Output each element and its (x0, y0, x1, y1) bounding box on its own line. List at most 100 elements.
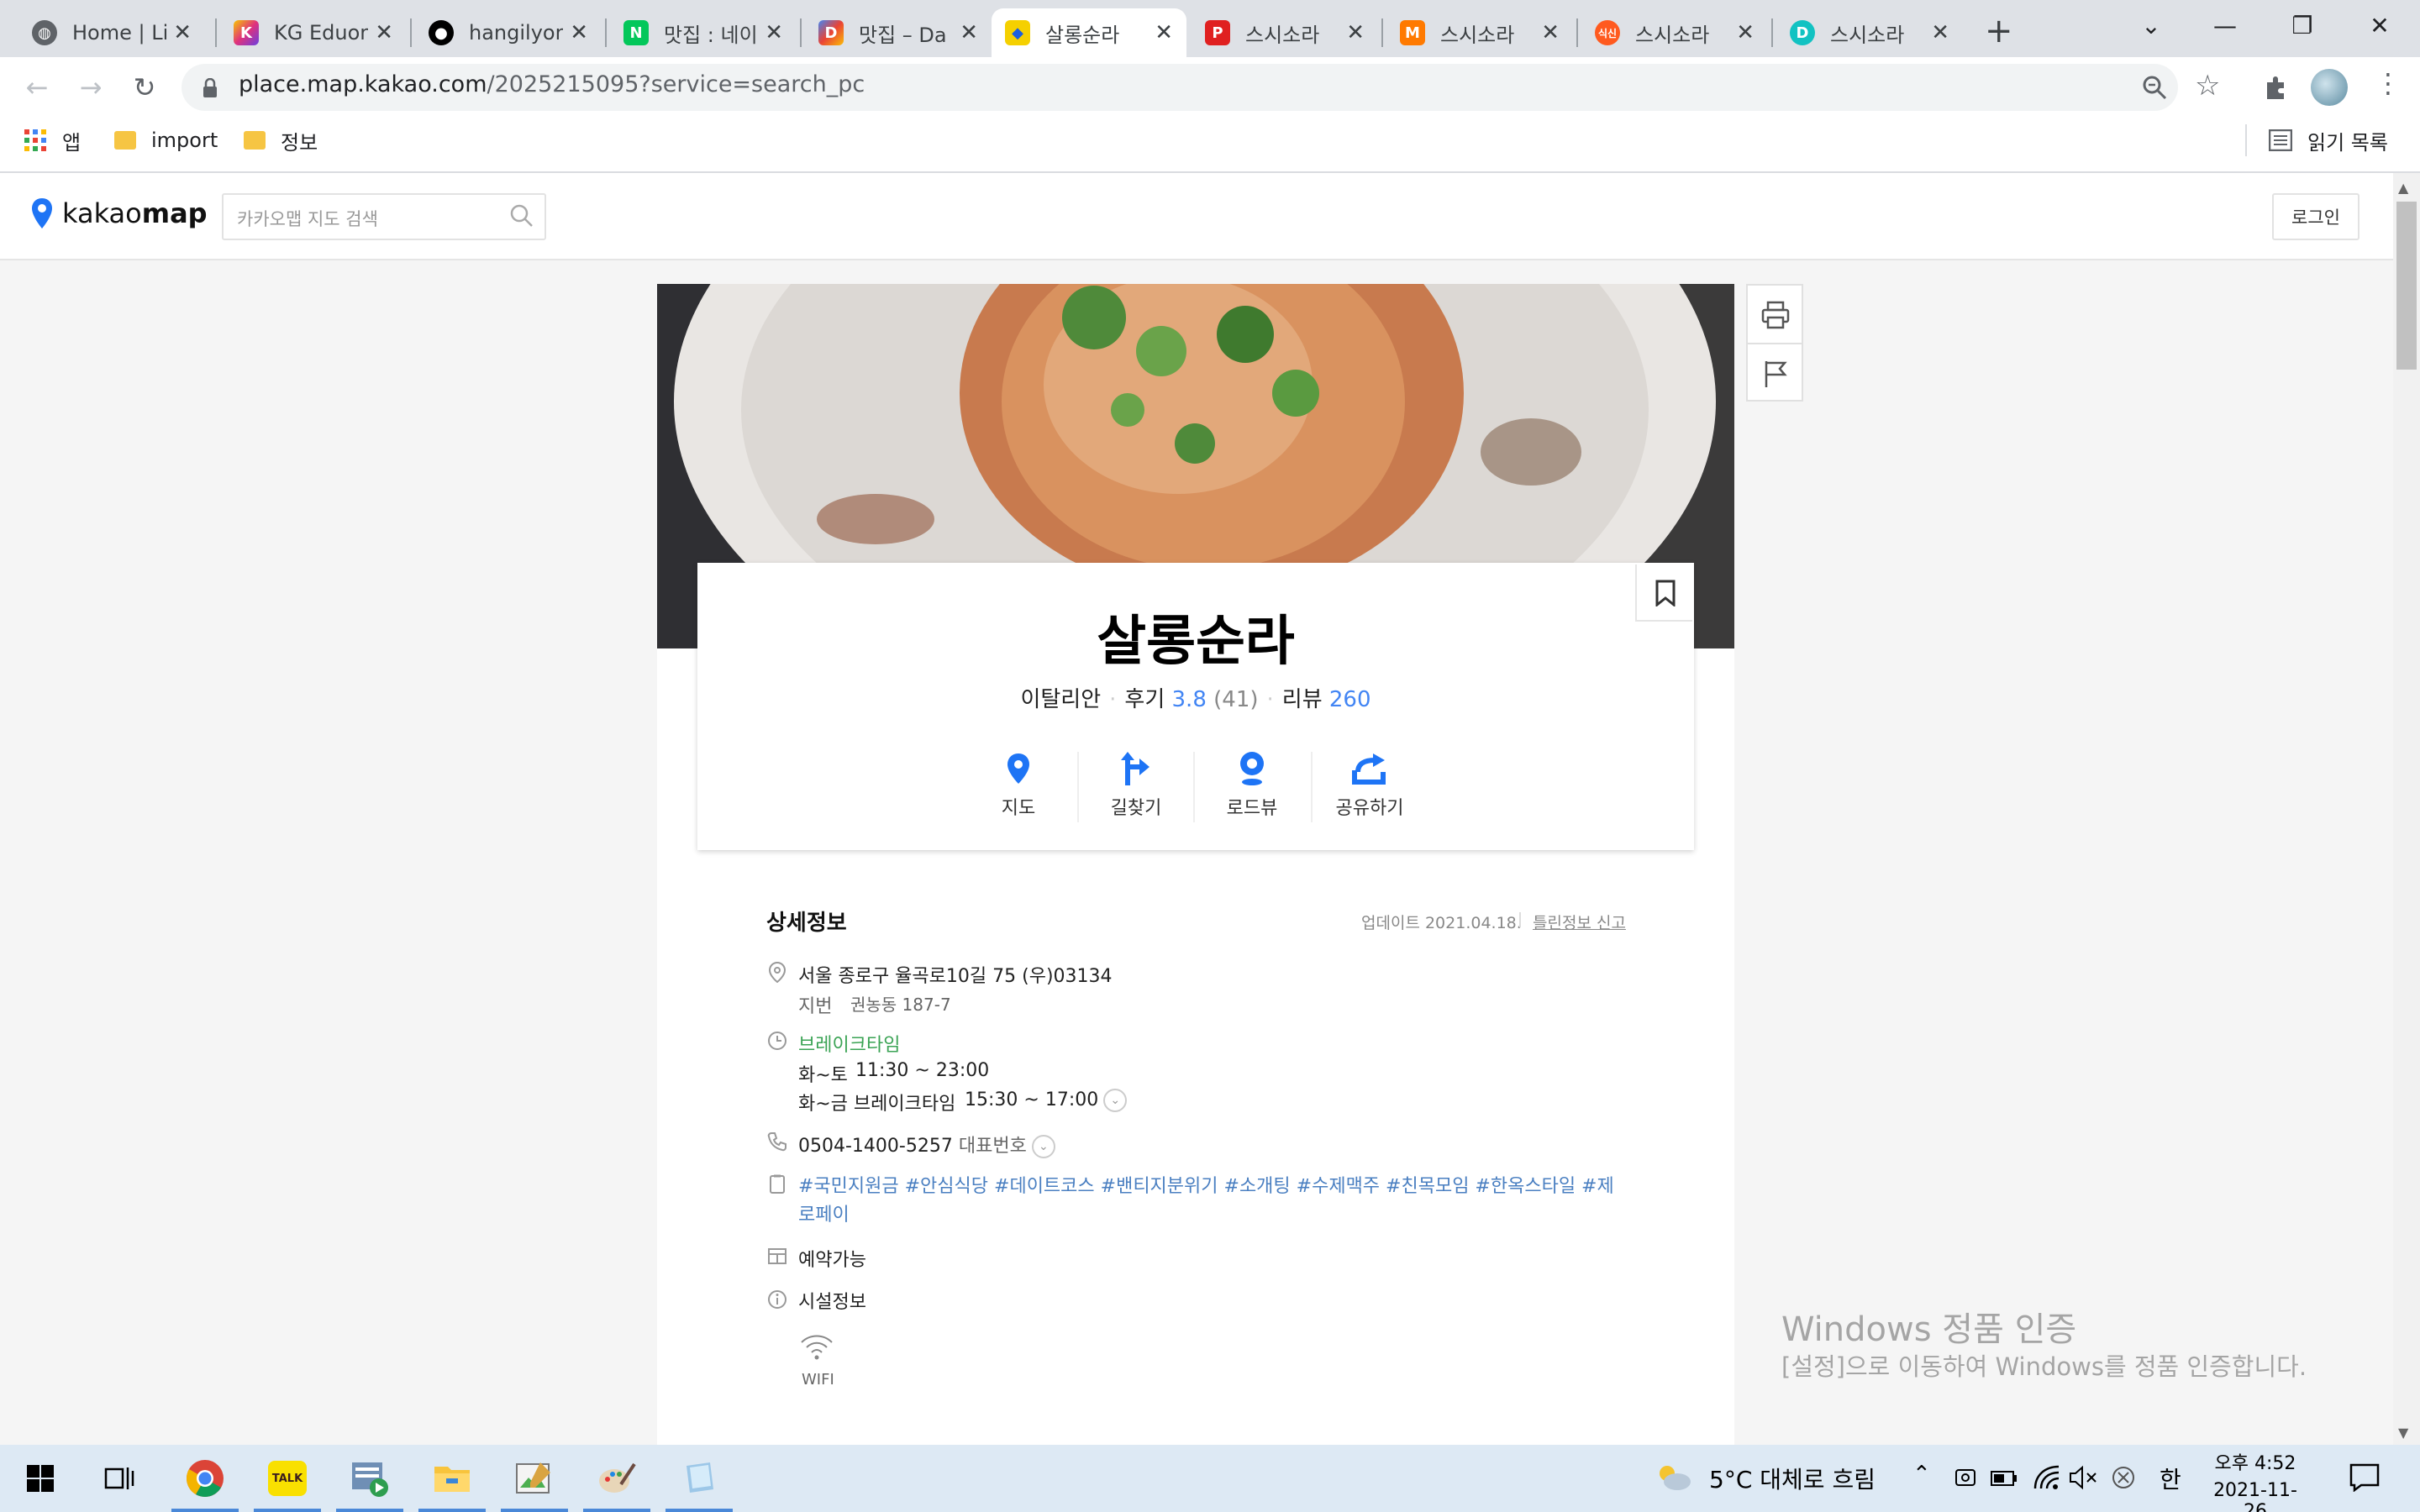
directions-button[interactable]: 길찾기 (1077, 748, 1195, 820)
task-view-button[interactable] (82, 1445, 156, 1512)
start-button[interactable] (3, 1445, 77, 1512)
tab-sushi-sora-2[interactable]: M 스시소라 ✕ (1386, 8, 1573, 57)
map-pin-icon (1007, 753, 1029, 784)
facility-heading: 시설정보 (798, 1292, 866, 1313)
scroll-up-icon[interactable]: ▲ (2398, 180, 2408, 196)
reservation-icon (768, 1248, 786, 1264)
tab-search-chevron-icon[interactable]: ⌄ (2118, 0, 2185, 50)
zoom-icon[interactable] (2141, 74, 2168, 101)
search-placeholder: 카카오맵 지도 검색 (237, 209, 378, 229)
close-window-icon[interactable]: ✕ (2346, 0, 2413, 50)
report-wrong-info-link[interactable]: 틀린정보 신고 (1533, 911, 1626, 933)
forward-arrow-icon[interactable]: → (74, 71, 108, 104)
tab-naver[interactable]: N 맛집 : 네이 ✕ (610, 8, 797, 57)
kakaotalk-icon: TALK (268, 1461, 307, 1496)
lock-icon[interactable] (202, 78, 218, 98)
info-icon (768, 1290, 786, 1309)
chevron-down-icon[interactable]: ⌄ (1031, 1135, 1055, 1158)
review-label[interactable]: 후기 (1124, 687, 1165, 712)
bookmark-label: import (151, 129, 218, 152)
bookmarks-divider (2245, 124, 2247, 156)
close-tab-icon[interactable]: ✕ (1541, 20, 1560, 45)
profile-avatar[interactable] (2311, 69, 2348, 106)
taskbar-notes[interactable] (662, 1445, 736, 1512)
reload-icon[interactable]: ↻ (128, 71, 161, 104)
clock[interactable]: 오후 4:52 2021-11-26 (2205, 1448, 2306, 1512)
new-tab-button[interactable]: + (1985, 12, 2013, 50)
ime-indicator[interactable]: 한 (2160, 1462, 2181, 1495)
action-label: 로드뷰 (1226, 798, 1278, 819)
tab-sushi-sora-3[interactable]: 식신 스시소라 ✕ (1581, 8, 1768, 57)
blog-review-label[interactable]: 리뷰 (1282, 687, 1323, 712)
logo-text: kakao (62, 197, 142, 229)
kakaomap-logo[interactable]: kakao map (30, 197, 208, 230)
tab-kg-eduone[interactable]: K KG Eduone ✕ (220, 8, 407, 57)
restore-icon[interactable]: ❐ (2269, 0, 2336, 50)
close-tab-icon[interactable]: ✕ (375, 20, 393, 45)
close-tab-icon[interactable]: ✕ (1346, 20, 1365, 45)
close-tab-icon[interactable]: ✕ (1155, 20, 1173, 45)
back-arrow-icon[interactable]: ← (20, 71, 54, 104)
rating-value[interactable]: 3.8 (1172, 687, 1207, 712)
taskbar-photo-editor[interactable] (497, 1445, 571, 1512)
phone-number[interactable]: 0504-1400-5257 (798, 1136, 953, 1157)
place-meta: 이탈리안 · 후기 3.8 (41) · 리뷰 260 (1020, 687, 1371, 712)
report-flag-icon[interactable] (1763, 360, 1788, 388)
wifi-network-icon[interactable] (2033, 1465, 2060, 1490)
tab-daum[interactable]: D 맛집 – Da ✕ (805, 8, 992, 57)
weather-text[interactable]: 5°C 대체로 흐림 (1709, 1462, 1876, 1495)
bookmark-folder-info[interactable]: 정보 (244, 126, 318, 155)
bookmark-apps[interactable]: 앱 (24, 126, 81, 155)
notification-center-icon[interactable] (2349, 1463, 2380, 1492)
close-tab-icon[interactable]: ✕ (1736, 20, 1754, 45)
tab-salon-sunra-active[interactable]: ◆ 살롱순라 ✕ (992, 8, 1186, 57)
close-tab-icon[interactable]: ✕ (173, 20, 192, 45)
hours-status: 브레이크타임 (798, 1035, 901, 1056)
map-button[interactable]: 지도 (960, 748, 1077, 820)
reading-list-button[interactable]: 읽기 목록 (2269, 126, 2388, 155)
weather-cloud-icon[interactable] (1655, 1462, 1692, 1492)
tab-home[interactable]: ◍ Home | Li ✕ (18, 8, 205, 57)
ime-off-icon[interactable] (2111, 1465, 2136, 1490)
taskbar-kakaotalk[interactable]: TALK (250, 1445, 324, 1512)
scroll-down-icon[interactable]: ▼ (2398, 1425, 2408, 1441)
battery-icon[interactable] (1990, 1467, 2018, 1488)
close-tab-icon[interactable]: ✕ (570, 20, 588, 45)
scrollbar-thumb[interactable] (2396, 202, 2417, 370)
meet-now-icon[interactable] (1953, 1465, 1978, 1490)
windows-logo-icon (27, 1465, 54, 1492)
tab-sushi-sora-4[interactable]: D 스시소라 ✕ (1776, 8, 1963, 57)
menu-dots-icon[interactable]: ⋮ (2375, 67, 2402, 99)
taskbar-file-explorer[interactable] (415, 1445, 489, 1512)
bookmark-star-icon[interactable]: ☆ (2195, 69, 2220, 102)
blog-review-count[interactable]: 260 (1329, 687, 1371, 712)
taskbar-paint[interactable] (580, 1445, 654, 1512)
bookmark-label: 앱 (62, 130, 82, 155)
login-button[interactable]: 로그인 (2272, 193, 2360, 240)
volume-muted-icon[interactable] (2069, 1465, 2097, 1490)
close-tab-icon[interactable]: ✕ (1931, 20, 1949, 45)
hashtags[interactable]: #국민지원금 #안심식당 #데이트코스 #밴티지분위기 #소개팅 #수제맥주 #… (798, 1171, 1614, 1198)
hashtags-continued[interactable]: 로페이 (798, 1200, 850, 1226)
chevron-down-icon[interactable]: ⌄ (1103, 1089, 1128, 1112)
tab-separator (800, 18, 802, 47)
url-path: /2025215095?service=search_pc (487, 71, 865, 97)
tab-github[interactable]: ● hangilyon ✕ (415, 8, 602, 57)
taskbar-chrome[interactable] (168, 1445, 242, 1512)
print-icon[interactable] (1761, 301, 1790, 329)
close-tab-icon[interactable]: ✕ (960, 20, 978, 45)
search-icon[interactable] (509, 203, 534, 228)
p-icon: P (1205, 20, 1230, 45)
wifi-icon (801, 1335, 833, 1360)
url-text[interactable]: place.map.kakao.com/2025215095?service=s… (239, 71, 865, 97)
minimize-icon[interactable]: — (2191, 0, 2259, 50)
bookmark-folder-import[interactable]: import (114, 126, 218, 155)
task-view-icon (104, 1467, 134, 1489)
taskbar-media-app[interactable] (333, 1445, 407, 1512)
share-button[interactable]: 공유하기 (1311, 748, 1428, 820)
roadview-button[interactable]: 로드뷰 (1193, 748, 1311, 820)
show-hidden-icons-chevron[interactable]: ⌃ (1912, 1462, 1931, 1487)
extensions-icon[interactable] (2262, 74, 2289, 101)
close-tab-icon[interactable]: ✕ (765, 20, 783, 45)
tab-sushi-sora-1[interactable]: P 스시소라 ✕ (1192, 8, 1378, 57)
